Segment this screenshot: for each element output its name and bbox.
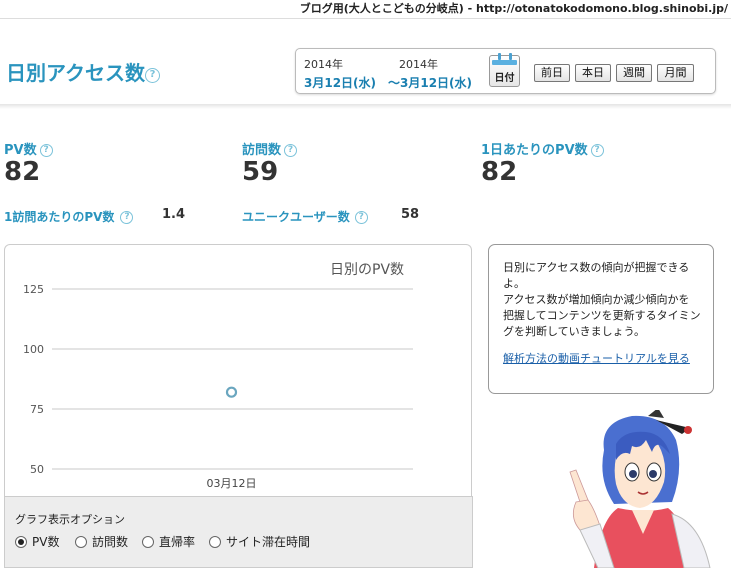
radio-icon bbox=[142, 535, 154, 548]
radio-icon bbox=[209, 535, 221, 548]
end-date[interactable]: 〜3月12日(水) bbox=[388, 74, 472, 91]
calendar-ring-icon bbox=[498, 53, 501, 60]
help-icon[interactable]: ? bbox=[39, 144, 53, 157]
calendar-ring-icon bbox=[509, 53, 512, 60]
blog-url: http://otonatokodomono.blog.shinobi.jp/ bbox=[476, 2, 728, 15]
chart-card bbox=[4, 244, 472, 504]
pv-per-day-value: 82 bbox=[481, 157, 518, 187]
week-button[interactable]: 週間 bbox=[616, 64, 652, 82]
option-pv[interactable]: PV数 bbox=[15, 533, 59, 550]
date-range-picker: 2014年 3月12日(水) 2014年 〜3月12日(水) 日付 前日 本日 … bbox=[295, 48, 716, 94]
calendar-button[interactable]: 日付 bbox=[489, 53, 520, 87]
header-rule bbox=[0, 18, 731, 19]
section-divider bbox=[0, 104, 731, 109]
page-title-text: 日別アクセス数 bbox=[6, 61, 145, 85]
pv-per-visit-value: 1.4 bbox=[162, 207, 186, 222]
option-time-on-site[interactable]: サイト滞在時間 bbox=[209, 533, 310, 550]
help-icon[interactable]: ? bbox=[284, 144, 298, 157]
unique-users-label: ユニークユーザー数? bbox=[242, 208, 368, 225]
pv-value: 82 bbox=[4, 157, 41, 187]
start-year: 2014年 bbox=[304, 58, 343, 71]
start-date[interactable]: 3月12日(水) bbox=[304, 74, 376, 91]
blog-header: ブログ用(大人とこどもの分岐点) - http://otonatokodomon… bbox=[0, 0, 731, 16]
tutorial-link[interactable]: 解析方法の動画チュートリアルを見る bbox=[503, 351, 701, 367]
option-label: 訪問数 bbox=[92, 535, 129, 549]
prev-day-button[interactable]: 前日 bbox=[534, 64, 570, 82]
header-separator: - bbox=[463, 2, 477, 15]
bubble-line: よ。 bbox=[503, 277, 525, 290]
today-button[interactable]: 本日 bbox=[575, 64, 611, 82]
graph-options-panel: グラフ表示オプション PV数 訪問数 直帰率 サイト滞在時間 bbox=[4, 496, 473, 568]
option-visits[interactable]: 訪問数 bbox=[75, 533, 128, 550]
visits-label: 訪問数? bbox=[242, 139, 298, 158]
pv-label: PV数? bbox=[4, 139, 53, 158]
page-title: 日別アクセス数? bbox=[6, 57, 160, 86]
bubble-line: 把握してコンテンツを更新するタイミン bbox=[503, 309, 701, 322]
unique-users-value: 58 bbox=[401, 207, 420, 222]
option-label: 直帰率 bbox=[159, 535, 196, 549]
pv-per-day-label: 1日あたりのPV数? bbox=[481, 139, 604, 158]
mascot-character bbox=[569, 410, 711, 568]
bubble-line: グを判断していきましょう。 bbox=[503, 325, 646, 338]
help-icon[interactable]: ? bbox=[120, 211, 134, 224]
help-icon[interactable]: ? bbox=[354, 211, 368, 224]
option-bounce-rate[interactable]: 直帰率 bbox=[142, 533, 195, 550]
pv-per-visit-label: 1訪問あたりのPV数? bbox=[4, 208, 134, 225]
bubble-line: アクセス数が増加傾向か減少傾向かを bbox=[503, 293, 690, 306]
help-icon[interactable]: ? bbox=[145, 68, 160, 83]
option-label: PV数 bbox=[32, 535, 60, 549]
calendar-icon bbox=[492, 60, 517, 65]
graph-options-title: グラフ表示オプション bbox=[15, 513, 125, 526]
help-icon[interactable]: ? bbox=[590, 144, 604, 157]
radio-icon bbox=[75, 535, 87, 548]
option-label: サイト滞在時間 bbox=[226, 535, 311, 549]
help-bubble: 日別にアクセス数の傾向が把握できる よ。 アクセス数が増加傾向か減少傾向かを 把… bbox=[488, 244, 714, 394]
bubble-line: 日別にアクセス数の傾向が把握できる bbox=[503, 261, 690, 274]
radio-selected-icon bbox=[15, 535, 27, 548]
chart-title: 日別のPV数 bbox=[330, 262, 405, 278]
end-year: 2014年 bbox=[399, 58, 438, 71]
calendar-button-label: 日付 bbox=[494, 73, 515, 84]
blog-name: ブログ用(大人とこどもの分岐点) bbox=[299, 2, 464, 15]
month-button[interactable]: 月間 bbox=[657, 64, 694, 82]
visits-value: 59 bbox=[242, 157, 279, 187]
